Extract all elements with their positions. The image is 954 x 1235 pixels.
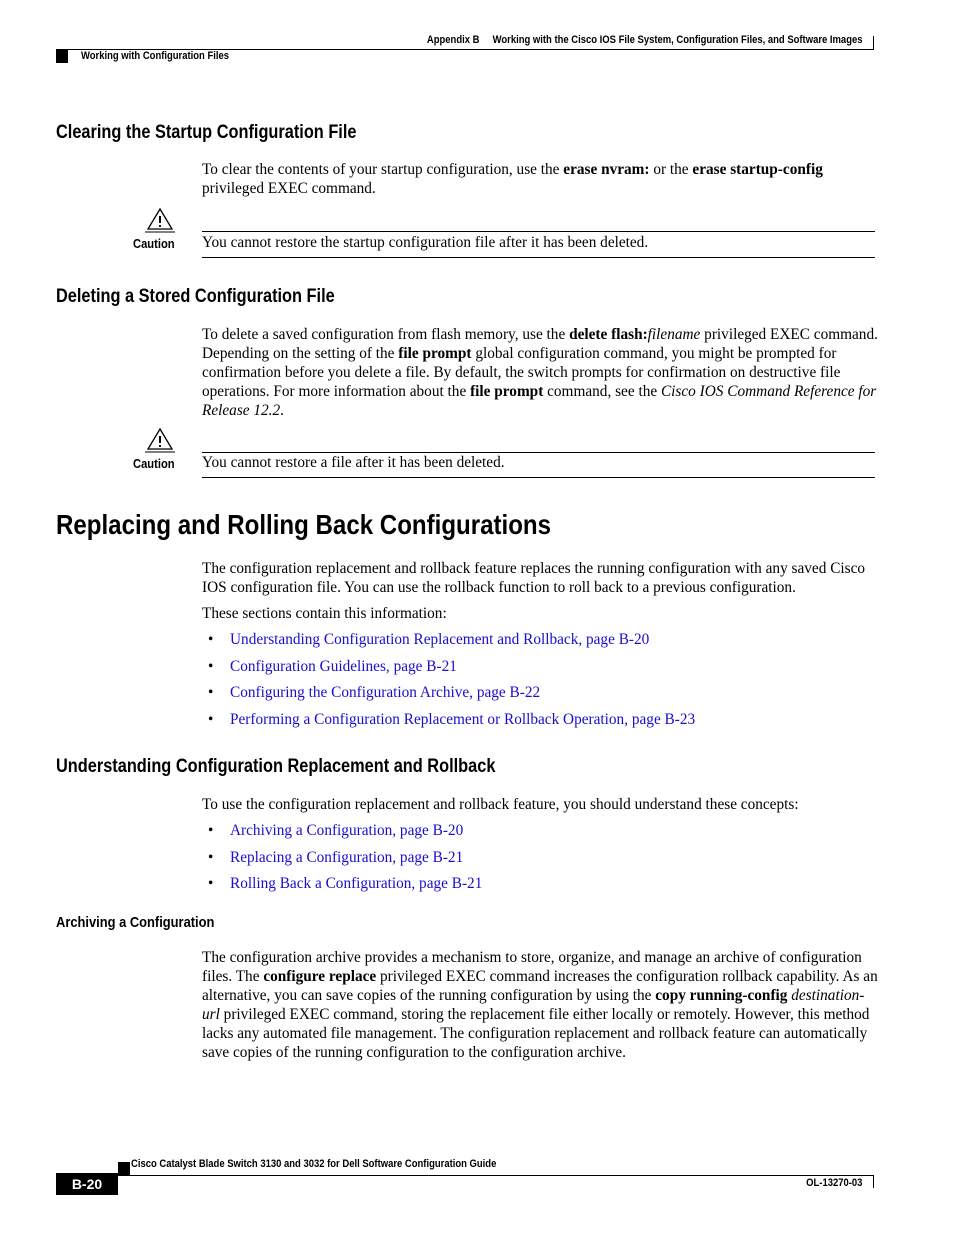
heading-replacing-rolling-back: Replacing and Rolling Back Configuration… xyxy=(56,509,552,540)
page-number: B-20 xyxy=(56,1173,118,1195)
section-header: Working with Configuration Files xyxy=(81,50,230,62)
list-item: Archiving a Configuration, page B-20 xyxy=(202,821,482,848)
list-item: Replacing a Configuration, page B-21 xyxy=(202,848,482,875)
concept-links-list: Archiving a Configuration, page B-20 Rep… xyxy=(202,821,482,901)
caution-label: Caution xyxy=(133,236,175,251)
caution-rule-top xyxy=(202,452,875,453)
heading-deleting-config-file: Deleting a Stored Configuration File xyxy=(56,286,335,307)
list-item: Configuration Guidelines, page B-21 xyxy=(202,657,695,684)
header-marker xyxy=(56,50,68,63)
command-copy-running-config: copy running-config xyxy=(655,987,788,1004)
command-file-prompt: file prompt xyxy=(398,345,472,362)
appendix-label: Appendix B xyxy=(426,34,479,46)
caution-icon xyxy=(145,207,175,233)
list-item: Performing a Configuration Replacement o… xyxy=(202,710,695,737)
caution-rule-bottom xyxy=(202,477,875,478)
command-erase-startup-config: erase startup-config xyxy=(692,161,823,178)
command-configure-replace: configure replace xyxy=(263,968,377,985)
link-configuration-guidelines[interactable]: Configuration Guidelines, page B-21 xyxy=(230,658,457,675)
command-file-prompt: file prompt xyxy=(470,383,544,400)
link-rolling-back-configuration[interactable]: Rolling Back a Configuration, page B-21 xyxy=(230,875,482,892)
caution-rule-top xyxy=(202,231,875,232)
running-header: Appendix B Working with the Cisco IOS Fi… xyxy=(426,34,862,46)
paragraph-deleting: To delete a saved configuration from fla… xyxy=(202,326,878,419)
header-divider xyxy=(873,36,874,49)
link-performing-replacement[interactable]: Performing a Configuration Replacement o… xyxy=(230,711,695,728)
caution-icon xyxy=(145,427,175,453)
footer-divider xyxy=(873,1176,874,1188)
link-replacing-configuration[interactable]: Replacing a Configuration, page B-21 xyxy=(230,849,463,866)
section-links-list: Understanding Configuration Replacement … xyxy=(202,630,695,736)
command-delete-flash: delete flash: xyxy=(569,326,648,343)
footer-marker xyxy=(118,1162,130,1175)
link-configuring-archive[interactable]: Configuring the Configuration Archive, p… xyxy=(230,684,540,701)
heading-archiving-configuration: Archiving a Configuration xyxy=(56,914,215,931)
heading-understanding-replacement: Understanding Configuration Replacement … xyxy=(56,756,496,777)
command-erase-nvram: erase nvram: xyxy=(563,161,650,178)
footer-rule xyxy=(118,1175,874,1176)
list-item: Rolling Back a Configuration, page B-21 xyxy=(202,874,482,901)
paragraph-understanding: To use the configuration replacement and… xyxy=(202,796,799,813)
document-number: OL-13270-03 xyxy=(805,1177,862,1189)
list-item: Configuring the Configuration Archive, p… xyxy=(202,683,695,710)
paragraph-clearing: To clear the contents of your startup co… xyxy=(202,161,823,197)
link-understanding-replacement[interactable]: Understanding Configuration Replacement … xyxy=(230,631,649,648)
caution-text: You cannot restore a file after it has b… xyxy=(202,454,505,471)
caution-label: Caution xyxy=(133,456,175,471)
paragraph-archiving: The configuration archive provides a mec… xyxy=(202,949,878,1061)
caution-rule-bottom xyxy=(202,257,875,258)
heading-clearing-startup-config: Clearing the Startup Configuration File xyxy=(56,122,357,143)
guide-title: Cisco Catalyst Blade Switch 3130 and 303… xyxy=(131,1158,497,1170)
caution-text: You cannot restore the startup configura… xyxy=(202,234,649,251)
link-archiving-configuration[interactable]: Archiving a Configuration, page B-20 xyxy=(230,822,463,839)
paragraph-sections-info: These sections contain this information: xyxy=(202,605,447,622)
paragraph-replacing-intro: The configuration replacement and rollba… xyxy=(202,560,866,596)
chapter-title: Working with the Cisco IOS File System, … xyxy=(492,34,862,46)
list-item: Understanding Configuration Replacement … xyxy=(202,630,695,657)
argument-filename: filename xyxy=(647,326,701,343)
